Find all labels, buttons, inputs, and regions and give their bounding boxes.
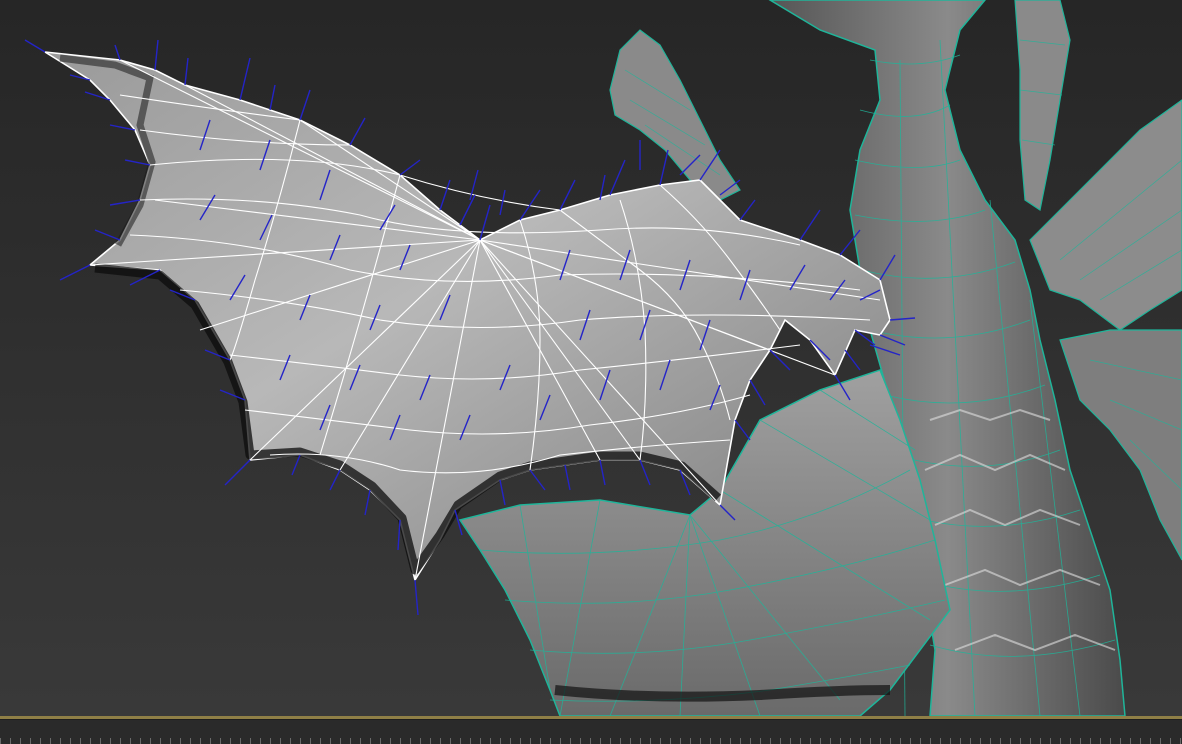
timeline-strip[interactable] <box>0 719 1182 744</box>
viewport-scene[interactable] <box>0 0 1182 744</box>
3d-viewport[interactable] <box>0 0 1182 744</box>
timeline-ticks <box>0 738 1182 744</box>
